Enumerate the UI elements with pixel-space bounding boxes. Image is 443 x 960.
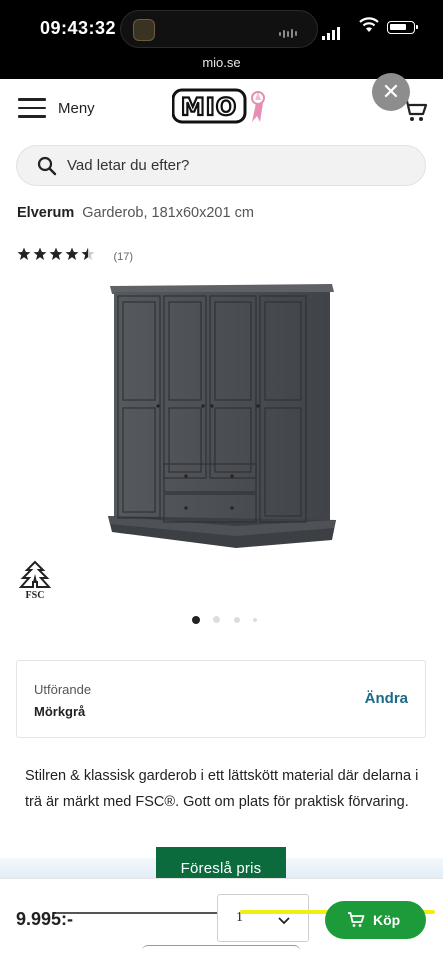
chevron-down-icon — [278, 912, 290, 930]
buy-button[interactable]: Köp — [325, 901, 426, 939]
product-title: Elverum Garderob, 181x60x201 cm — [17, 205, 254, 221]
gallery-dot[interactable] — [253, 617, 258, 622]
clock: 09:43:32 — [40, 18, 117, 38]
gallery-dot[interactable] — [213, 616, 221, 624]
search-input[interactable]: Vad letar du efter? — [16, 145, 426, 186]
close-icon[interactable]: ✕ — [372, 73, 410, 111]
variant-value: Mörkgrå — [34, 704, 86, 719]
fsc-label: FSC — [25, 590, 45, 601]
battery-icon — [387, 21, 418, 34]
wifi-icon — [358, 16, 380, 39]
audio-wave-icon — [279, 25, 301, 39]
product-image[interactable] — [106, 280, 338, 550]
product-description: Stilren & klassisk garderob i ett lättsk… — [25, 768, 419, 810]
star-icon — [33, 247, 47, 260]
product-rating[interactable]: (17) — [17, 247, 133, 263]
star-icon — [49, 247, 63, 260]
home-indicator — [142, 945, 300, 960]
menu-label: Meny — [58, 100, 95, 117]
quantity-select[interactable]: 1 — [217, 894, 309, 942]
cart-icon — [347, 912, 365, 931]
status-bar: 09:43:32 — [0, 0, 443, 55]
star-icon — [65, 247, 79, 260]
cellular-signal-icon — [322, 22, 342, 40]
gallery-pagination[interactable] — [192, 611, 266, 629]
url-bar[interactable]: mio.se — [0, 55, 443, 79]
variant-selector[interactable]: Utförande Mörkgrå Ändra — [16, 660, 426, 738]
app-icon — [133, 19, 155, 41]
rating-count: (17) — [113, 250, 134, 263]
gallery-dot[interactable] — [233, 616, 240, 623]
change-variant-link[interactable]: Ändra — [365, 690, 408, 707]
search-icon — [37, 156, 57, 181]
fsc-tree-icon: FSC — [17, 560, 53, 604]
search-placeholder: Vad letar du efter? — [67, 157, 190, 174]
logo-text: MIO — [181, 93, 237, 121]
product-name: Garderob, 181x60x201 cm — [82, 205, 254, 221]
menu-icon — [18, 98, 46, 118]
gallery-dot-active[interactable] — [192, 615, 200, 624]
mio-logo[interactable]: MIO — [171, 88, 272, 124]
purchase-bar: 9.995:- 1 Köp — [0, 878, 443, 960]
variant-label: Utförande — [34, 682, 92, 697]
product-brand[interactable]: Elverum — [17, 205, 74, 221]
star-icon — [17, 247, 31, 260]
buy-label: Köp — [373, 912, 401, 928]
menu-button[interactable]: Meny — [18, 95, 118, 121]
dynamic-island — [120, 10, 318, 48]
star-rating — [17, 247, 97, 266]
